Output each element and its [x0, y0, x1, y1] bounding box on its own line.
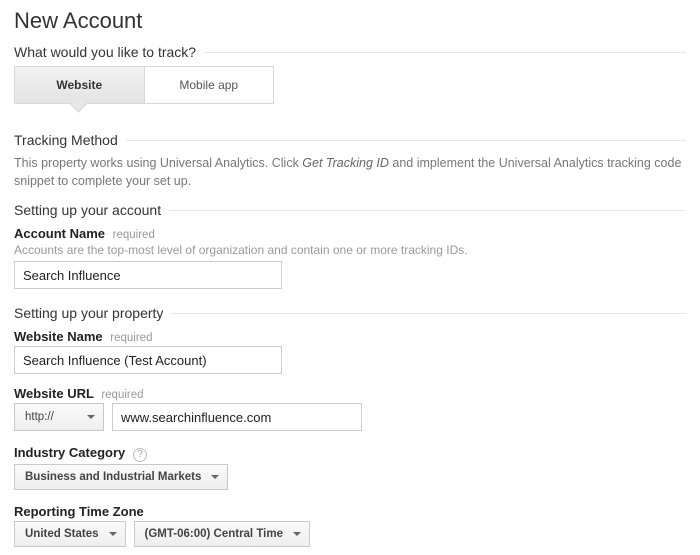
- industry-value: Business and Industrial Markets: [25, 471, 201, 483]
- account-name-label-text: Account Name: [14, 226, 105, 241]
- tracking-desc-cta: Get Tracking ID: [302, 156, 389, 170]
- industry-category-select[interactable]: Business and Industrial Markets: [14, 464, 228, 490]
- protocol-value: http://: [25, 411, 54, 423]
- help-icon[interactable]: ?: [133, 448, 147, 462]
- divider: [169, 210, 686, 211]
- account-name-label: Account Name required: [14, 226, 686, 241]
- required-badge: required: [110, 332, 152, 344]
- tab-mobile-label: Mobile app: [179, 78, 238, 92]
- protocol-select[interactable]: http://: [14, 403, 104, 431]
- timezone-label: Reporting Time Zone: [14, 504, 686, 519]
- tab-mobile-app[interactable]: Mobile app: [144, 67, 274, 103]
- account-name-hint: Accounts are the top-most level of organ…: [14, 243, 686, 257]
- property-setup-text: Setting up your property: [14, 305, 163, 321]
- track-type-tabs: Website Mobile app: [14, 66, 274, 104]
- chevron-down-icon: [87, 415, 95, 419]
- required-badge: required: [113, 229, 155, 241]
- website-url-label-text: Website URL: [14, 386, 94, 401]
- chevron-down-icon: [109, 532, 117, 536]
- tab-website-label: Website: [56, 78, 102, 92]
- tracking-desc-before: This property works using Universal Anal…: [14, 156, 302, 170]
- industry-category-label: Industry Category ?: [14, 445, 686, 462]
- account-setup-heading: Setting up your account: [14, 202, 686, 218]
- website-url-label: Website URL required: [14, 386, 686, 401]
- tracking-method-description: This property works using Universal Anal…: [14, 154, 686, 190]
- page-title: New Account: [14, 8, 686, 34]
- website-name-label-text: Website Name: [14, 329, 103, 344]
- timezone-country-select[interactable]: United States: [14, 521, 126, 547]
- property-setup-heading: Setting up your property: [14, 305, 686, 321]
- tracking-method-heading: Tracking Method: [14, 132, 686, 148]
- track-question-text: What would you like to track?: [14, 44, 196, 60]
- chevron-down-icon: [211, 475, 219, 479]
- tracking-method-text: Tracking Method: [14, 132, 118, 148]
- chevron-down-icon: [293, 532, 301, 536]
- tab-website[interactable]: Website: [15, 67, 144, 103]
- website-name-input[interactable]: [14, 346, 282, 374]
- timezone-zone-select[interactable]: (GMT-06:00) Central Time: [134, 521, 310, 547]
- divider: [204, 52, 686, 53]
- timezone-label-text: Reporting Time Zone: [14, 504, 144, 519]
- website-name-label: Website Name required: [14, 329, 686, 344]
- divider: [126, 140, 686, 141]
- required-badge: required: [101, 389, 143, 401]
- divider: [171, 313, 686, 314]
- website-url-input[interactable]: [112, 403, 362, 431]
- account-name-input[interactable]: [14, 261, 282, 289]
- track-question-heading: What would you like to track?: [14, 44, 686, 60]
- account-setup-text: Setting up your account: [14, 202, 161, 218]
- industry-category-label-text: Industry Category: [14, 445, 125, 460]
